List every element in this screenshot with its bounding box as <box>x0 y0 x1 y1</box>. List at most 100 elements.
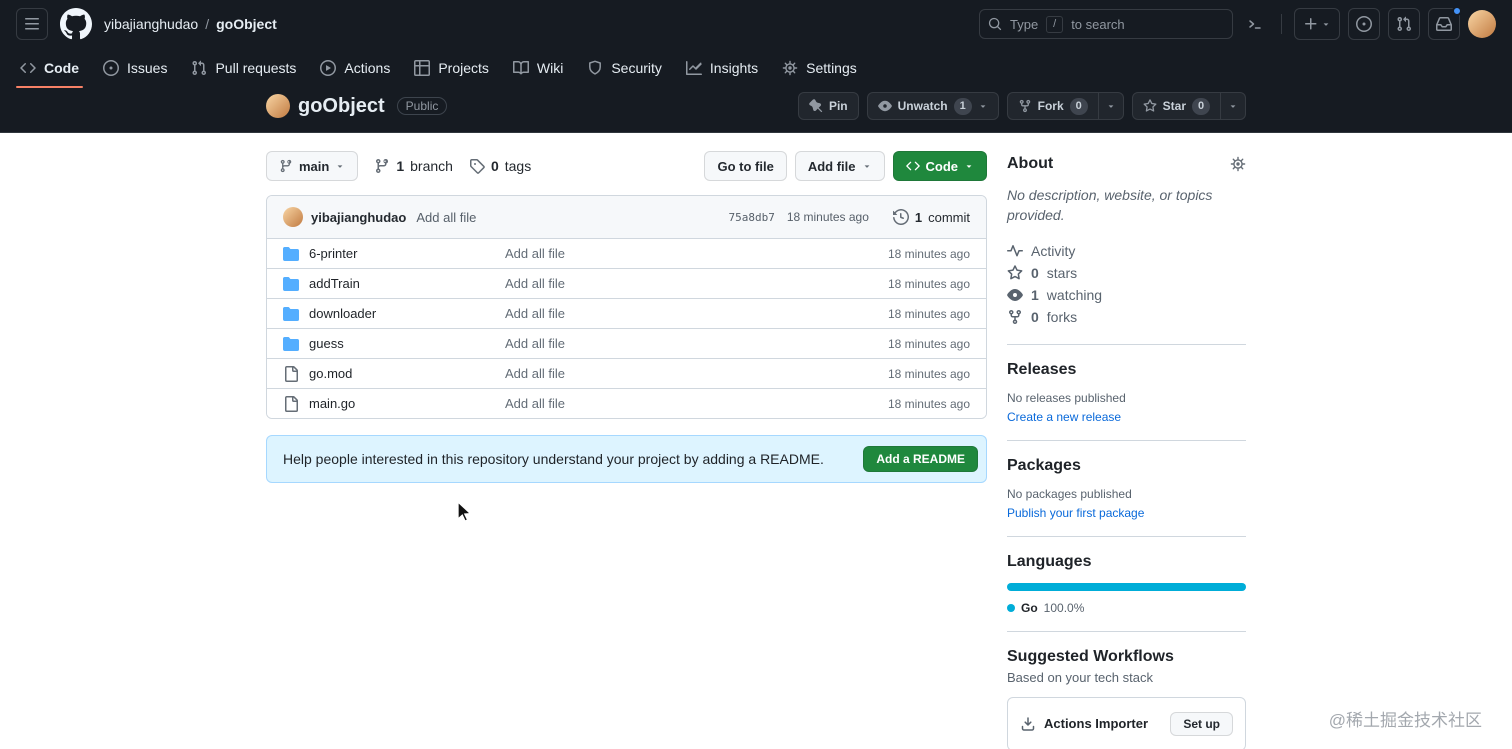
suggested-workflows-section: Suggested Workflows Based on your tech s… <box>1007 648 1246 749</box>
file-commit-message-link[interactable]: Add all file <box>505 306 888 321</box>
tab-insights[interactable]: Insights <box>674 48 770 88</box>
file-icon <box>283 366 299 382</box>
file-row[interactable]: addTrain Add all file 18 minutes ago <box>267 268 986 298</box>
commit-meta: 75a8db7 18 minutes ago 1 commit <box>728 209 970 225</box>
tab-wiki[interactable]: Wiki <box>501 48 575 88</box>
stars-link[interactable]: 0 stars <box>1007 262 1246 284</box>
workflow-name: Actions Importer <box>1044 716 1149 732</box>
packages-section: Packages No packages published Publish y… <box>1007 457 1246 537</box>
file-commit-message-link[interactable]: Add all file <box>505 246 888 261</box>
pin-button[interactable]: Pin <box>797 92 859 120</box>
workflows-subtitle: Based on your tech stack <box>1007 669 1153 685</box>
visibility-badge: Public <box>396 97 448 115</box>
search-input[interactable]: Type / to search <box>979 9 1233 39</box>
forks-label: forks <box>1046 308 1078 325</box>
eye-icon <box>878 99 892 113</box>
github-repo-page: yibajianghudao / goObject Type / to sear… <box>0 0 1512 749</box>
global-nav-menu-button[interactable] <box>16 8 48 40</box>
watching-label: watching <box>1046 286 1103 303</box>
topbar-actions: Type / to search <box>979 6 1496 40</box>
file-commit-message-link[interactable]: Add all file <box>505 336 888 351</box>
command-palette-button[interactable] <box>1241 8 1269 40</box>
repo-owner-avatar[interactable] <box>266 94 290 118</box>
fork-button[interactable]: Fork 0 <box>1006 92 1099 120</box>
pull-requests-global-button[interactable] <box>1388 8 1420 40</box>
add-readme-button[interactable]: Add a README <box>863 446 978 472</box>
tab-code[interactable]: Code <box>8 48 91 88</box>
file-row[interactable]: guess Add all file 18 minutes ago <box>267 328 986 358</box>
tab-pull-requests[interactable]: Pull requests <box>179 48 308 88</box>
star-dropdown-button[interactable] <box>1221 92 1246 120</box>
plus-icon <box>1303 16 1319 32</box>
file-name-link[interactable]: main.go <box>309 396 505 411</box>
code-button[interactable]: Code <box>892 151 987 181</box>
language-legend-go[interactable]: Go 100.0% <box>1007 601 1084 615</box>
fork-button-group: Fork 0 <box>1006 92 1124 120</box>
commit-message-link[interactable]: Add all file <box>416 210 476 225</box>
commit-author-link[interactable]: yibajianghudao <box>311 210 406 225</box>
branches-link[interactable]: 1 branch <box>374 158 453 174</box>
tab-security[interactable]: Security <box>575 48 674 88</box>
file-commit-message-link[interactable]: Add all file <box>505 396 888 411</box>
create-release-link[interactable]: Create a new release <box>1007 410 1121 424</box>
tab-actions[interactable]: Actions <box>308 48 402 88</box>
shield-icon <box>587 60 603 76</box>
chevron-down-icon <box>335 161 345 171</box>
history-icon <box>893 209 909 225</box>
file-row[interactable]: main.go Add all file 18 minutes ago <box>267 388 986 418</box>
unwatch-label: Unwatch <box>897 99 948 113</box>
star-button[interactable]: Star 0 <box>1131 92 1221 120</box>
workflows-title: Suggested Workflows <box>1007 647 1174 665</box>
file-name-link[interactable]: downloader <box>309 306 505 321</box>
user-avatar[interactable] <box>1468 10 1496 38</box>
forks-link[interactable]: 0 forks <box>1007 306 1246 328</box>
code-icon <box>20 60 36 76</box>
add-file-button[interactable]: Add file <box>794 151 885 181</box>
file-name-link[interactable]: addTrain <box>309 276 505 291</box>
forks-count: 0 <box>1031 308 1039 325</box>
publish-package-link[interactable]: Publish your first package <box>1007 506 1144 520</box>
file-name-link[interactable]: go.mod <box>309 366 505 381</box>
star-icon <box>1143 99 1157 113</box>
commit-author-avatar[interactable] <box>283 207 303 227</box>
workflow-setup-button[interactable]: Set up <box>1170 711 1233 736</box>
tab-settings[interactable]: Settings <box>770 48 869 88</box>
commit-hash-link[interactable]: 75a8db7 <box>728 211 774 224</box>
chevron-down-icon <box>862 161 872 171</box>
code-button-label: Code <box>925 158 959 174</box>
file-commit-message-link[interactable]: Add all file <box>505 276 888 291</box>
branch-count-label: branch <box>410 158 453 174</box>
branch-selector[interactable]: main <box>266 151 359 181</box>
breadcrumb-repo-link[interactable]: goObject <box>216 16 277 32</box>
file-name-link[interactable]: 6-printer <box>309 246 505 261</box>
file-row[interactable]: go.mod Add all file 18 minutes ago <box>267 358 986 388</box>
create-new-button[interactable] <box>1294 8 1340 40</box>
tab-issues[interactable]: Issues <box>91 48 179 88</box>
watching-link[interactable]: 1 watching <box>1007 284 1246 306</box>
notifications-button[interactable] <box>1428 6 1462 40</box>
tab-projects[interactable]: Projects <box>402 48 501 88</box>
releases-section: Releases No releases published Create a … <box>1007 361 1246 441</box>
tags-link[interactable]: 0 tags <box>469 158 531 174</box>
readme-suggestion-text: Help people interested in this repositor… <box>283 451 824 467</box>
commit-history-link[interactable]: 1 commit <box>893 209 970 225</box>
file-commit-message-link[interactable]: Add all file <box>505 366 888 381</box>
repo-title[interactable]: goObject <box>298 95 385 118</box>
unwatch-button[interactable]: Unwatch 1 <box>866 92 999 120</box>
issues-global-button[interactable] <box>1348 8 1380 40</box>
global-topbar: yibajianghudao / goObject Type / to sear… <box>0 0 1512 48</box>
breadcrumb-owner-link[interactable]: yibajianghudao <box>104 16 198 32</box>
fork-dropdown-button[interactable] <box>1098 92 1124 120</box>
file-row[interactable]: 6-printer Add all file 18 minutes ago <box>267 238 986 268</box>
edit-about-button[interactable] <box>1230 156 1246 172</box>
hamburger-icon <box>24 16 40 32</box>
language-bar-go[interactable] <box>1007 582 1246 591</box>
go-to-file-button[interactable]: Go to file <box>704 151 787 181</box>
file-name-link[interactable]: guess <box>309 336 505 351</box>
watch-count-badge: 1 <box>953 97 972 115</box>
activity-link[interactable]: Activity <box>1007 240 1246 262</box>
tab-label: Pull requests <box>215 60 297 76</box>
tab-label: Wiki <box>536 60 564 76</box>
file-row[interactable]: downloader Add all file 18 minutes ago <box>267 298 986 328</box>
github-logo[interactable] <box>60 8 92 40</box>
